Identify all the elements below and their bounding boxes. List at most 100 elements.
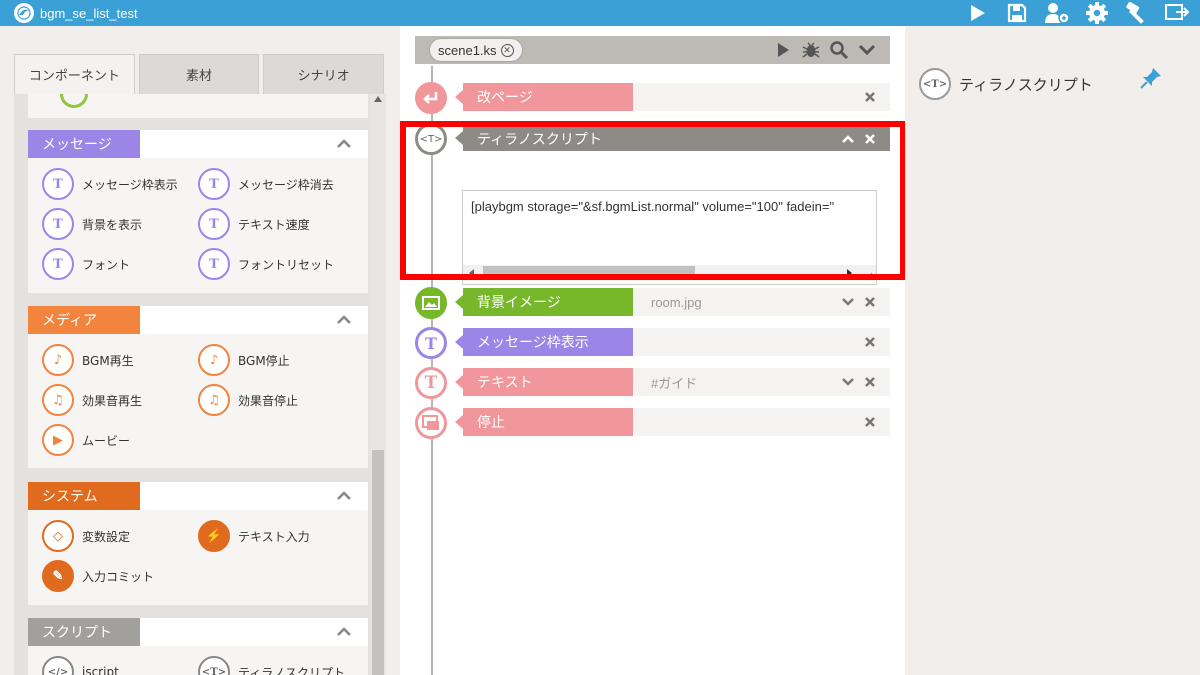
component-font-reset[interactable]: T フォントリセット bbox=[198, 248, 354, 280]
movie-icon: ▶ bbox=[42, 424, 74, 456]
selected-component[interactable]: <T> ティラノスクリプト bbox=[919, 68, 1093, 100]
scenario-editor: scene1.ks ✕ 改ページ <T> ティラノスクリプト [playbgm … bbox=[400, 26, 905, 675]
block-label: 背景イメージ bbox=[463, 288, 633, 316]
collapse-chevron-icon[interactable] bbox=[140, 130, 368, 158]
component-se-stop[interactable]: ♫ 効果音停止 bbox=[198, 384, 354, 416]
block-label: ティラノスクリプト bbox=[463, 127, 633, 151]
category-system: システム ◇ 変数設定 ⚡ テキスト入力 ✎ 入力コミット bbox=[28, 482, 368, 605]
show-bg-icon: T bbox=[42, 208, 74, 240]
component-text-input[interactable]: ⚡ テキスト入力 bbox=[198, 520, 354, 552]
category-script: スクリプト </> iscript <T> ティラノスクリプト bbox=[28, 618, 368, 675]
gear-icon[interactable] bbox=[1084, 2, 1110, 24]
category-title: システム bbox=[28, 482, 140, 510]
hammer-icon[interactable] bbox=[1124, 2, 1150, 24]
component-text-speed[interactable]: T テキスト速度 bbox=[198, 208, 354, 240]
scrollbar-thumb[interactable] bbox=[483, 266, 695, 280]
property-panel: <T> ティラノスクリプト bbox=[905, 26, 1200, 675]
se-stop-icon: ♫ bbox=[198, 384, 230, 416]
component-bgm-stop[interactable]: ♪ BGM停止 bbox=[198, 344, 354, 376]
delete-icon[interactable] bbox=[864, 133, 876, 145]
block-label: メッセージ枠表示 bbox=[463, 328, 633, 356]
tab-assets[interactable]: 素材 bbox=[138, 54, 260, 94]
chevron-down-icon[interactable] bbox=[858, 41, 876, 59]
collapse-chevron-icon[interactable] bbox=[140, 306, 368, 334]
message-show-icon: T bbox=[42, 168, 74, 200]
message-show-icon: T bbox=[415, 327, 447, 359]
user-settings-icon[interactable] bbox=[1044, 2, 1070, 24]
search-icon[interactable] bbox=[830, 41, 848, 59]
collapse-chevron-icon[interactable] bbox=[140, 482, 368, 510]
chevron-down-icon[interactable] bbox=[842, 296, 854, 308]
component-icon bbox=[60, 94, 88, 108]
category-message: メッセージ T メッセージ枠表示 T メッセージ枠消去 T 背景を表示 T テキスト速度… bbox=[28, 130, 368, 293]
message-hide-icon: T bbox=[198, 168, 230, 200]
tyrano-script-icon: <T> bbox=[198, 656, 230, 675]
component-se-play[interactable]: ♫ 効果音再生 bbox=[42, 384, 198, 416]
delete-icon[interactable] bbox=[864, 296, 876, 308]
scroll-up-arrow-icon[interactable] bbox=[374, 96, 382, 102]
app-title: bgm_se_list_test bbox=[40, 5, 138, 21]
tyrano-script-icon: <T> bbox=[919, 68, 951, 100]
component-tyrano-script[interactable]: <T> ティラノスクリプト bbox=[198, 656, 354, 675]
pin-icon[interactable] bbox=[1139, 66, 1163, 90]
font-reset-icon: T bbox=[198, 248, 230, 280]
block-param: #ガイド bbox=[651, 375, 698, 391]
resize-handle-icon[interactable] bbox=[863, 271, 873, 281]
delete-icon[interactable] bbox=[864, 376, 876, 388]
script-textarea[interactable]: [playbgm storage="&sf.bgmList.normal" vo… bbox=[462, 190, 877, 285]
file-tab-label: scene1.ks bbox=[438, 42, 497, 58]
component-iscript[interactable]: </> iscript bbox=[42, 656, 198, 675]
close-icon[interactable]: ✕ bbox=[500, 43, 514, 57]
component-message-hide[interactable]: T メッセージ枠消去 bbox=[198, 168, 354, 200]
component-bgm-play[interactable]: ♪ BGM再生 bbox=[42, 344, 198, 376]
play-icon[interactable] bbox=[964, 2, 990, 24]
component-show-bg[interactable]: T 背景を表示 bbox=[42, 208, 198, 240]
selected-component-label: ティラノスクリプト bbox=[959, 75, 1093, 94]
text-speed-icon: T bbox=[198, 208, 230, 240]
file-tab-bar: scene1.ks ✕ bbox=[415, 36, 890, 64]
stop-window-icon bbox=[415, 407, 447, 439]
export-icon[interactable] bbox=[1164, 2, 1190, 24]
component-panel: コンポーネント 素材 シナリオ メッセージ T メッセージ枠表示 T メッセージ枠消… bbox=[14, 54, 385, 675]
file-tab[interactable]: scene1.ks ✕ bbox=[429, 38, 523, 62]
component-message-show[interactable]: T メッセージ枠表示 bbox=[42, 168, 198, 200]
component-font[interactable]: T フォント bbox=[42, 248, 198, 280]
code-icon: </> bbox=[42, 656, 74, 675]
scroll-left-arrow-icon[interactable] bbox=[469, 269, 474, 277]
tyrano-script-icon: <T> bbox=[415, 123, 447, 155]
component-movie[interactable]: ▶ ムービー bbox=[42, 424, 198, 456]
plug-icon: ✎ bbox=[42, 560, 74, 592]
component-scrollbar[interactable] bbox=[370, 94, 386, 675]
save-icon[interactable] bbox=[1004, 2, 1030, 24]
component-variable[interactable]: ◇ 変数設定 bbox=[42, 520, 198, 552]
component-list[interactable]: メッセージ T メッセージ枠表示 T メッセージ枠消去 T 背景を表示 T テキスト速度… bbox=[14, 94, 384, 675]
category-title: メディア bbox=[28, 306, 140, 334]
se-play-icon: ♫ bbox=[42, 384, 74, 416]
bgm-stop-icon: ♪ bbox=[198, 344, 230, 376]
partial-card bbox=[28, 94, 368, 118]
block-label: 改ページ bbox=[463, 83, 633, 111]
component-input-commit[interactable]: ✎ 入力コミット bbox=[42, 560, 198, 592]
chevron-up-icon[interactable] bbox=[842, 133, 854, 145]
delete-icon[interactable] bbox=[864, 336, 876, 348]
tab-scenario[interactable]: シナリオ bbox=[263, 54, 385, 94]
block-label: テキスト bbox=[463, 368, 633, 396]
delete-icon[interactable] bbox=[864, 416, 876, 428]
category-title: メッセージ bbox=[28, 130, 140, 158]
app-logo-icon bbox=[14, 3, 34, 23]
category-title: スクリプト bbox=[28, 618, 140, 646]
chevron-down-icon[interactable] bbox=[842, 376, 854, 388]
delete-icon[interactable] bbox=[864, 91, 876, 103]
tab-components[interactable]: コンポーネント bbox=[14, 54, 135, 94]
lightning-icon: ⚡ bbox=[198, 520, 230, 552]
script-content: [playbgm storage="&sf.bgmList.normal" vo… bbox=[471, 199, 835, 214]
bug-icon[interactable] bbox=[802, 41, 820, 59]
title-bar: bgm_se_list_test bbox=[0, 0, 1200, 26]
play-icon[interactable] bbox=[774, 41, 792, 59]
scroll-right-arrow-icon[interactable] bbox=[847, 269, 852, 277]
horizontal-scrollbar[interactable] bbox=[463, 265, 876, 281]
collapse-chevron-icon[interactable] bbox=[140, 618, 368, 646]
bgm-play-icon: ♪ bbox=[42, 344, 74, 376]
text-icon: T bbox=[415, 367, 447, 399]
scrollbar-thumb[interactable] bbox=[372, 450, 384, 675]
